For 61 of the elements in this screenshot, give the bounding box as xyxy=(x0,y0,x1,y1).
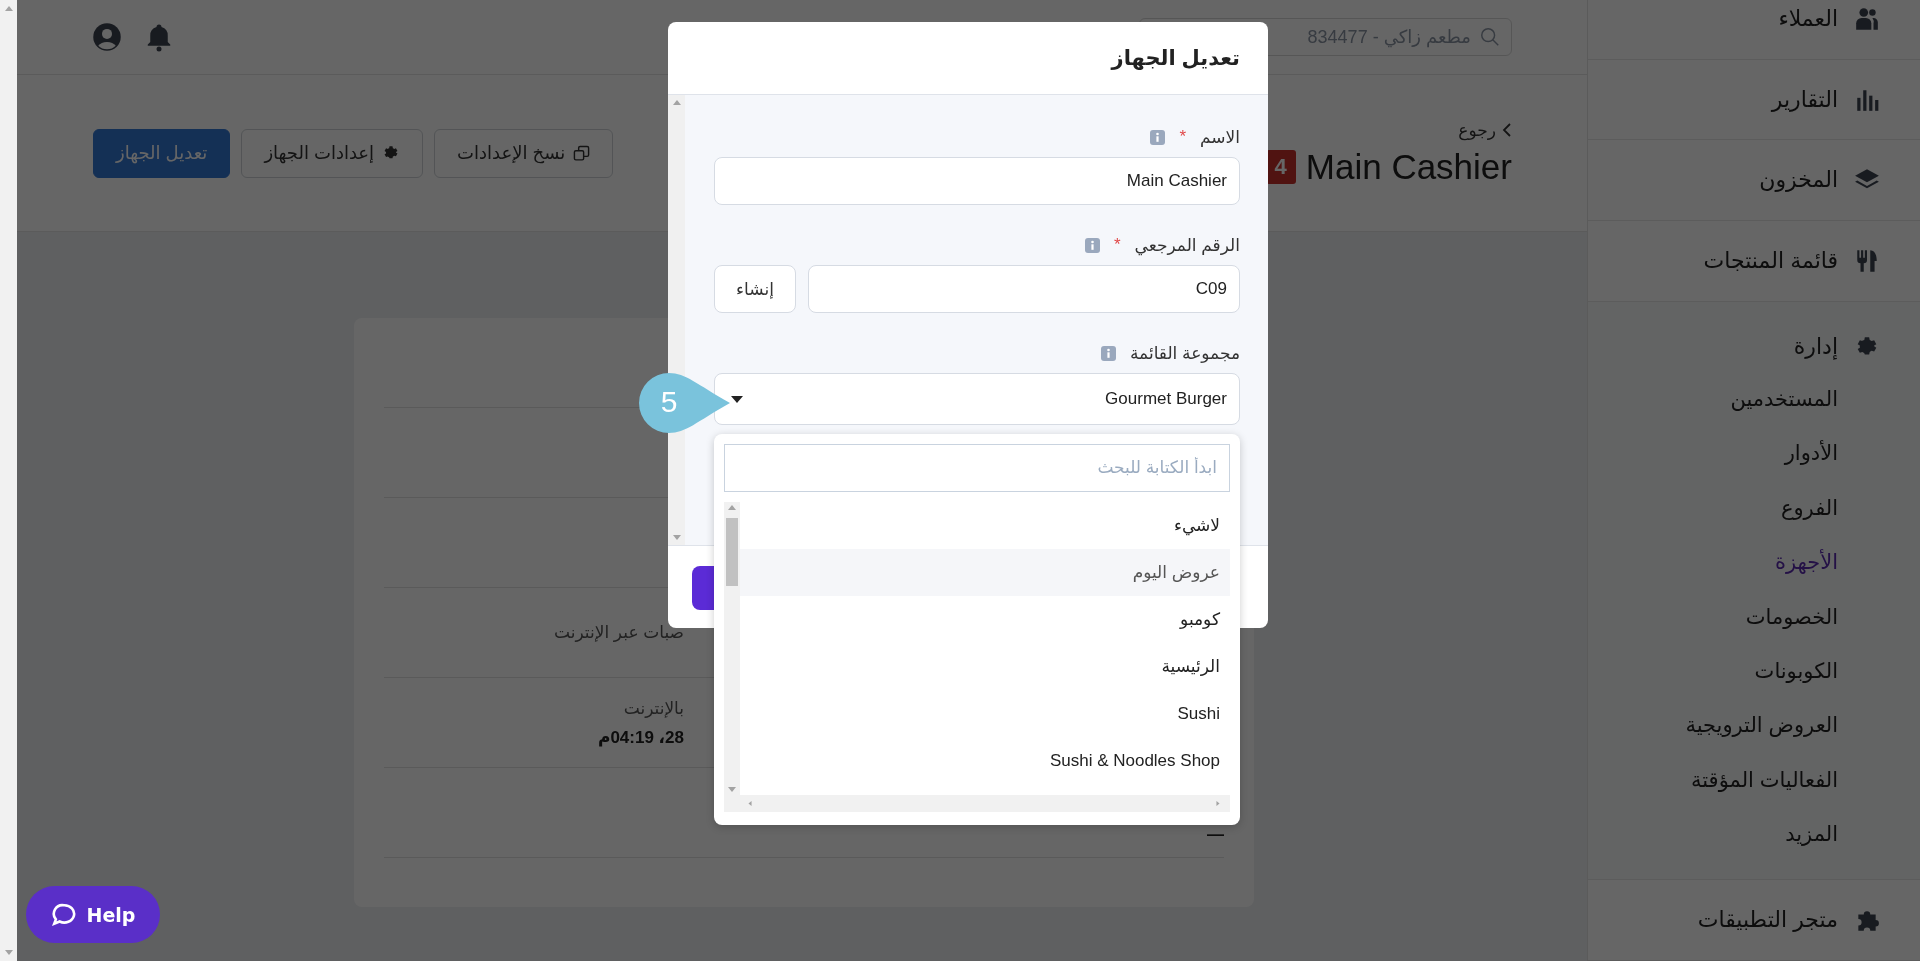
scroll-up-icon xyxy=(728,505,736,510)
dropdown-option[interactable]: الرئيسية xyxy=(740,643,1230,690)
required-mark: * xyxy=(1179,127,1186,147)
fork-knife-icon xyxy=(1854,247,1880,274)
sidebar-subitem[interactable]: الأجهزة xyxy=(1588,535,1920,590)
field-label: بالإنترنت xyxy=(623,697,684,719)
header-button[interactable]: تعديل الجهاز xyxy=(93,128,231,178)
copy-icon xyxy=(573,144,591,162)
info-icon xyxy=(1100,345,1116,361)
back-link[interactable]: رجوع xyxy=(1458,119,1512,141)
field-label: الاسم xyxy=(1200,126,1240,148)
sidebar-subitem[interactable]: الفروع xyxy=(1588,480,1920,535)
scroll-down-icon xyxy=(672,535,681,540)
scrollbar-thumb[interactable] xyxy=(726,518,738,586)
sidebar-subitem[interactable]: الفعاليات المؤقتة xyxy=(1588,752,1920,807)
scroll-left-icon xyxy=(746,801,754,806)
info-icon xyxy=(1150,129,1166,145)
name-field[interactable]: Main Cashier xyxy=(714,157,1240,205)
scroll-up-icon xyxy=(672,100,681,105)
search-icon xyxy=(1479,26,1501,48)
menu-group-select[interactable]: Gourmet Burger xyxy=(714,373,1240,425)
sidebar-subitem[interactable]: الخصومات xyxy=(1588,589,1920,644)
dropdown-option[interactable]: لاشيء xyxy=(740,502,1230,549)
header-button[interactable]: نسخ الإعدادات xyxy=(434,128,614,178)
chevron-left-icon xyxy=(1502,123,1512,137)
dropdown-option[interactable]: Sushi & Noodles Shop xyxy=(740,737,1230,784)
sidebar-subitem[interactable]: العروض الترويجية xyxy=(1588,698,1920,753)
dropdown-option[interactable]: عروض اليوم xyxy=(740,549,1230,596)
field-label: صبات عبر الإنترنت xyxy=(554,622,684,643)
scroll-down-icon xyxy=(4,950,13,955)
people-icon xyxy=(1854,5,1880,32)
field-label: مجموعة القائمة xyxy=(1129,342,1240,364)
sidebar-item[interactable]: العملاء xyxy=(1588,0,1920,60)
scroll-down-icon xyxy=(728,787,736,792)
help-button[interactable]: Help xyxy=(26,886,160,943)
page-title: Main Cashier xyxy=(1305,146,1512,187)
sidebar-subitem[interactable]: الكوبونات xyxy=(1588,643,1920,699)
chat-icon xyxy=(50,901,77,928)
caret-down-icon xyxy=(731,395,743,403)
required-mark: * xyxy=(1113,235,1121,255)
sidebar-item[interactable]: المخزون xyxy=(1588,140,1920,222)
step-number: 5 xyxy=(659,385,679,419)
user-avatar-icon xyxy=(92,22,122,52)
sidebar-item[interactable]: التقارير xyxy=(1588,59,1920,141)
sidebar-section[interactable]: إدارة xyxy=(1588,321,1920,372)
sidebar-subitem[interactable]: المستخدمين xyxy=(1588,371,1920,427)
field-value: — xyxy=(1207,825,1224,845)
header-button[interactable]: إعدادات الجهاز xyxy=(241,128,424,178)
scroll-up-icon xyxy=(4,6,13,11)
sidebar-subitem[interactable]: المزيد xyxy=(1588,806,1920,862)
generate-button[interactable]: إنشاء xyxy=(714,265,796,313)
scroll-right-icon xyxy=(1214,801,1222,806)
field-label: الرقم المرجعي xyxy=(1134,234,1240,256)
dropdown-option[interactable]: Sushi xyxy=(740,690,1230,737)
sidebar-item[interactable]: متجر التطبيقات xyxy=(1588,880,1920,961)
sidebar-subitem[interactable]: الأدوار xyxy=(1588,426,1920,481)
sidebar-item[interactable]: قائمة المنتجات xyxy=(1588,221,1920,302)
info-icon xyxy=(1084,237,1100,253)
field-value: 28، 04:19م xyxy=(597,726,684,748)
reference-field[interactable]: C09 xyxy=(808,265,1240,313)
dropdown-option[interactable]: كومبو xyxy=(740,596,1230,643)
